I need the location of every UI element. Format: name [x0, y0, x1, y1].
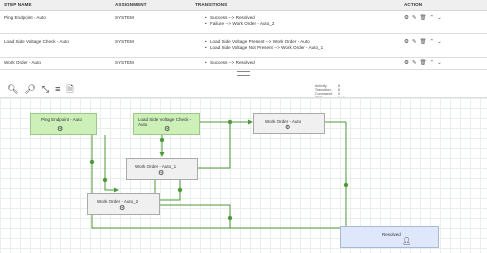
connector-dot [102, 177, 108, 183]
gear-icon: ⚙ [57, 126, 64, 133]
gear-icon: ⚙ [119, 205, 126, 212]
node-work-order-2[interactable]: Work Order - Auto_2 ⚙ [87, 193, 160, 215]
connector-load-wo1-side [198, 122, 231, 169]
node-ping-endpoint[interactable]: Ping Endpoint - Auto ⚙ [30, 113, 97, 135]
node-load-side-voltage[interactable]: Load Side Voltage Check - Auto ⚙ [133, 113, 200, 135]
user-icon: 👤︎ [402, 238, 411, 245]
connector-ping-down [104, 135, 119, 193]
node-label: Work Order - Auto_2 [97, 199, 139, 204]
connector-dot [89, 159, 95, 165]
gear-icon: ⚙ [158, 170, 165, 177]
node-label: Work Order - Auto_1 [135, 164, 177, 169]
node-label: Work Order - Auto [265, 119, 302, 124]
connector-wo2-side [160, 178, 181, 201]
node-label: Ping Endpoint - Auto [41, 117, 83, 122]
node-work-order-1[interactable]: Work Order - Auto_1 ⚙ [126, 158, 198, 180]
connector-dot [159, 137, 165, 143]
gear-icon: ⚙ [164, 126, 171, 133]
connector-dot [227, 119, 233, 125]
connector-wo2-resolved [160, 204, 231, 228]
connector-dot [227, 215, 233, 221]
connector-dot [343, 182, 349, 188]
node-work-order[interactable]: Work Order - Auto ⚙ [253, 113, 325, 134]
node-resolved[interactable]: Resolved 👤︎ [340, 226, 439, 248]
connector-dot [177, 187, 183, 193]
gear-icon: ⚙ [285, 125, 291, 131]
node-label: Resolved [382, 232, 401, 237]
